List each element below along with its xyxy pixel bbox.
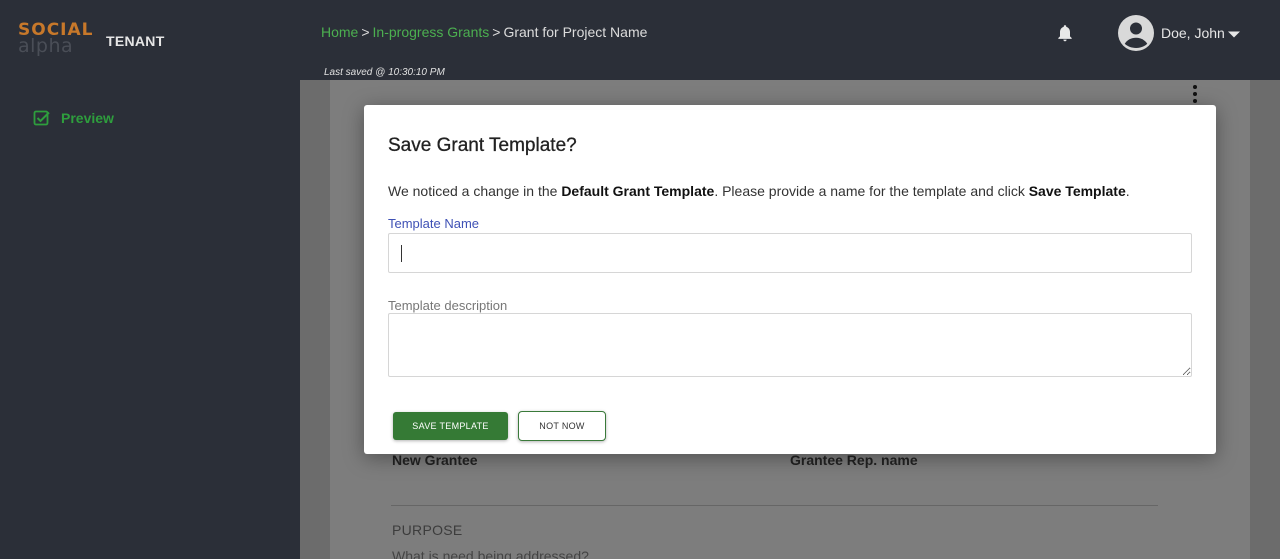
- template-description-input[interactable]: [388, 313, 1192, 377]
- breadcrumb-current: Grant for Project Name: [503, 24, 648, 40]
- save-template-button[interactable]: SAVE TEMPLATE: [393, 412, 508, 440]
- tenant-name: TENANT: [106, 33, 165, 49]
- logo-line-2: alpha: [18, 35, 74, 57]
- template-description-label: Template description: [388, 298, 508, 313]
- user-name[interactable]: Doe, John: [1161, 25, 1225, 41]
- section-divider: [391, 505, 1158, 506]
- breadcrumb-separator: >: [492, 24, 501, 40]
- dialog-message-text: We noticed a change in the: [388, 183, 562, 199]
- dialog-message-bold: Save Template: [1028, 183, 1126, 199]
- template-name-label: Template Name: [388, 216, 480, 231]
- account-circle-icon[interactable]: [1118, 15, 1154, 51]
- sidebar-item-preview[interactable]: Preview: [33, 108, 114, 128]
- breadcrumb-in-progress-link[interactable]: In-progress Grants: [373, 24, 490, 40]
- text-cursor: [401, 245, 402, 262]
- checkbox-edit-icon: [33, 110, 50, 126]
- breadcrumb-separator: >: [361, 24, 370, 40]
- grantee-rep-label: Grantee Rep. name: [790, 452, 918, 468]
- sidebar: Preview: [0, 80, 300, 559]
- breadcrumb-home-link[interactable]: Home: [321, 24, 358, 40]
- top-bar: SOCIAL alpha TENANT Home > In-progress Gra…: [0, 0, 1280, 80]
- purpose-question: What is need being addressed?: [392, 548, 589, 559]
- new-grantee-label: New Grantee: [392, 452, 478, 468]
- more-vertical-icon[interactable]: [1186, 84, 1204, 104]
- dialog-message-text: .: [1125, 183, 1130, 199]
- template-name-input[interactable]: [388, 233, 1192, 273]
- dialog-message: We noticed a change in the Default Grant…: [388, 183, 1130, 199]
- breadcrumb: Home > In-progress Grants > Grant for Projec…: [321, 24, 647, 40]
- save-template-dialog: Save Grant Template? We noticed a change…: [364, 105, 1216, 454]
- dialog-message-text: . Please provide a name for the template…: [714, 183, 1029, 199]
- not-now-button[interactable]: NOT NOW: [518, 411, 606, 441]
- last-saved-status: Last saved @ 10:30:10 PM: [324, 67, 445, 78]
- social-alpha-logo[interactable]: SOCIAL alpha: [18, 20, 94, 58]
- dialog-message-bold: Default Grant Template: [561, 183, 715, 199]
- purpose-heading: PURPOSE: [392, 522, 463, 538]
- dialog-title: Save Grant Template?: [388, 135, 577, 156]
- caret-down-icon[interactable]: [1228, 30, 1240, 38]
- sidebar-item-label: Preview: [61, 110, 114, 126]
- bell-icon[interactable]: [1055, 22, 1075, 44]
